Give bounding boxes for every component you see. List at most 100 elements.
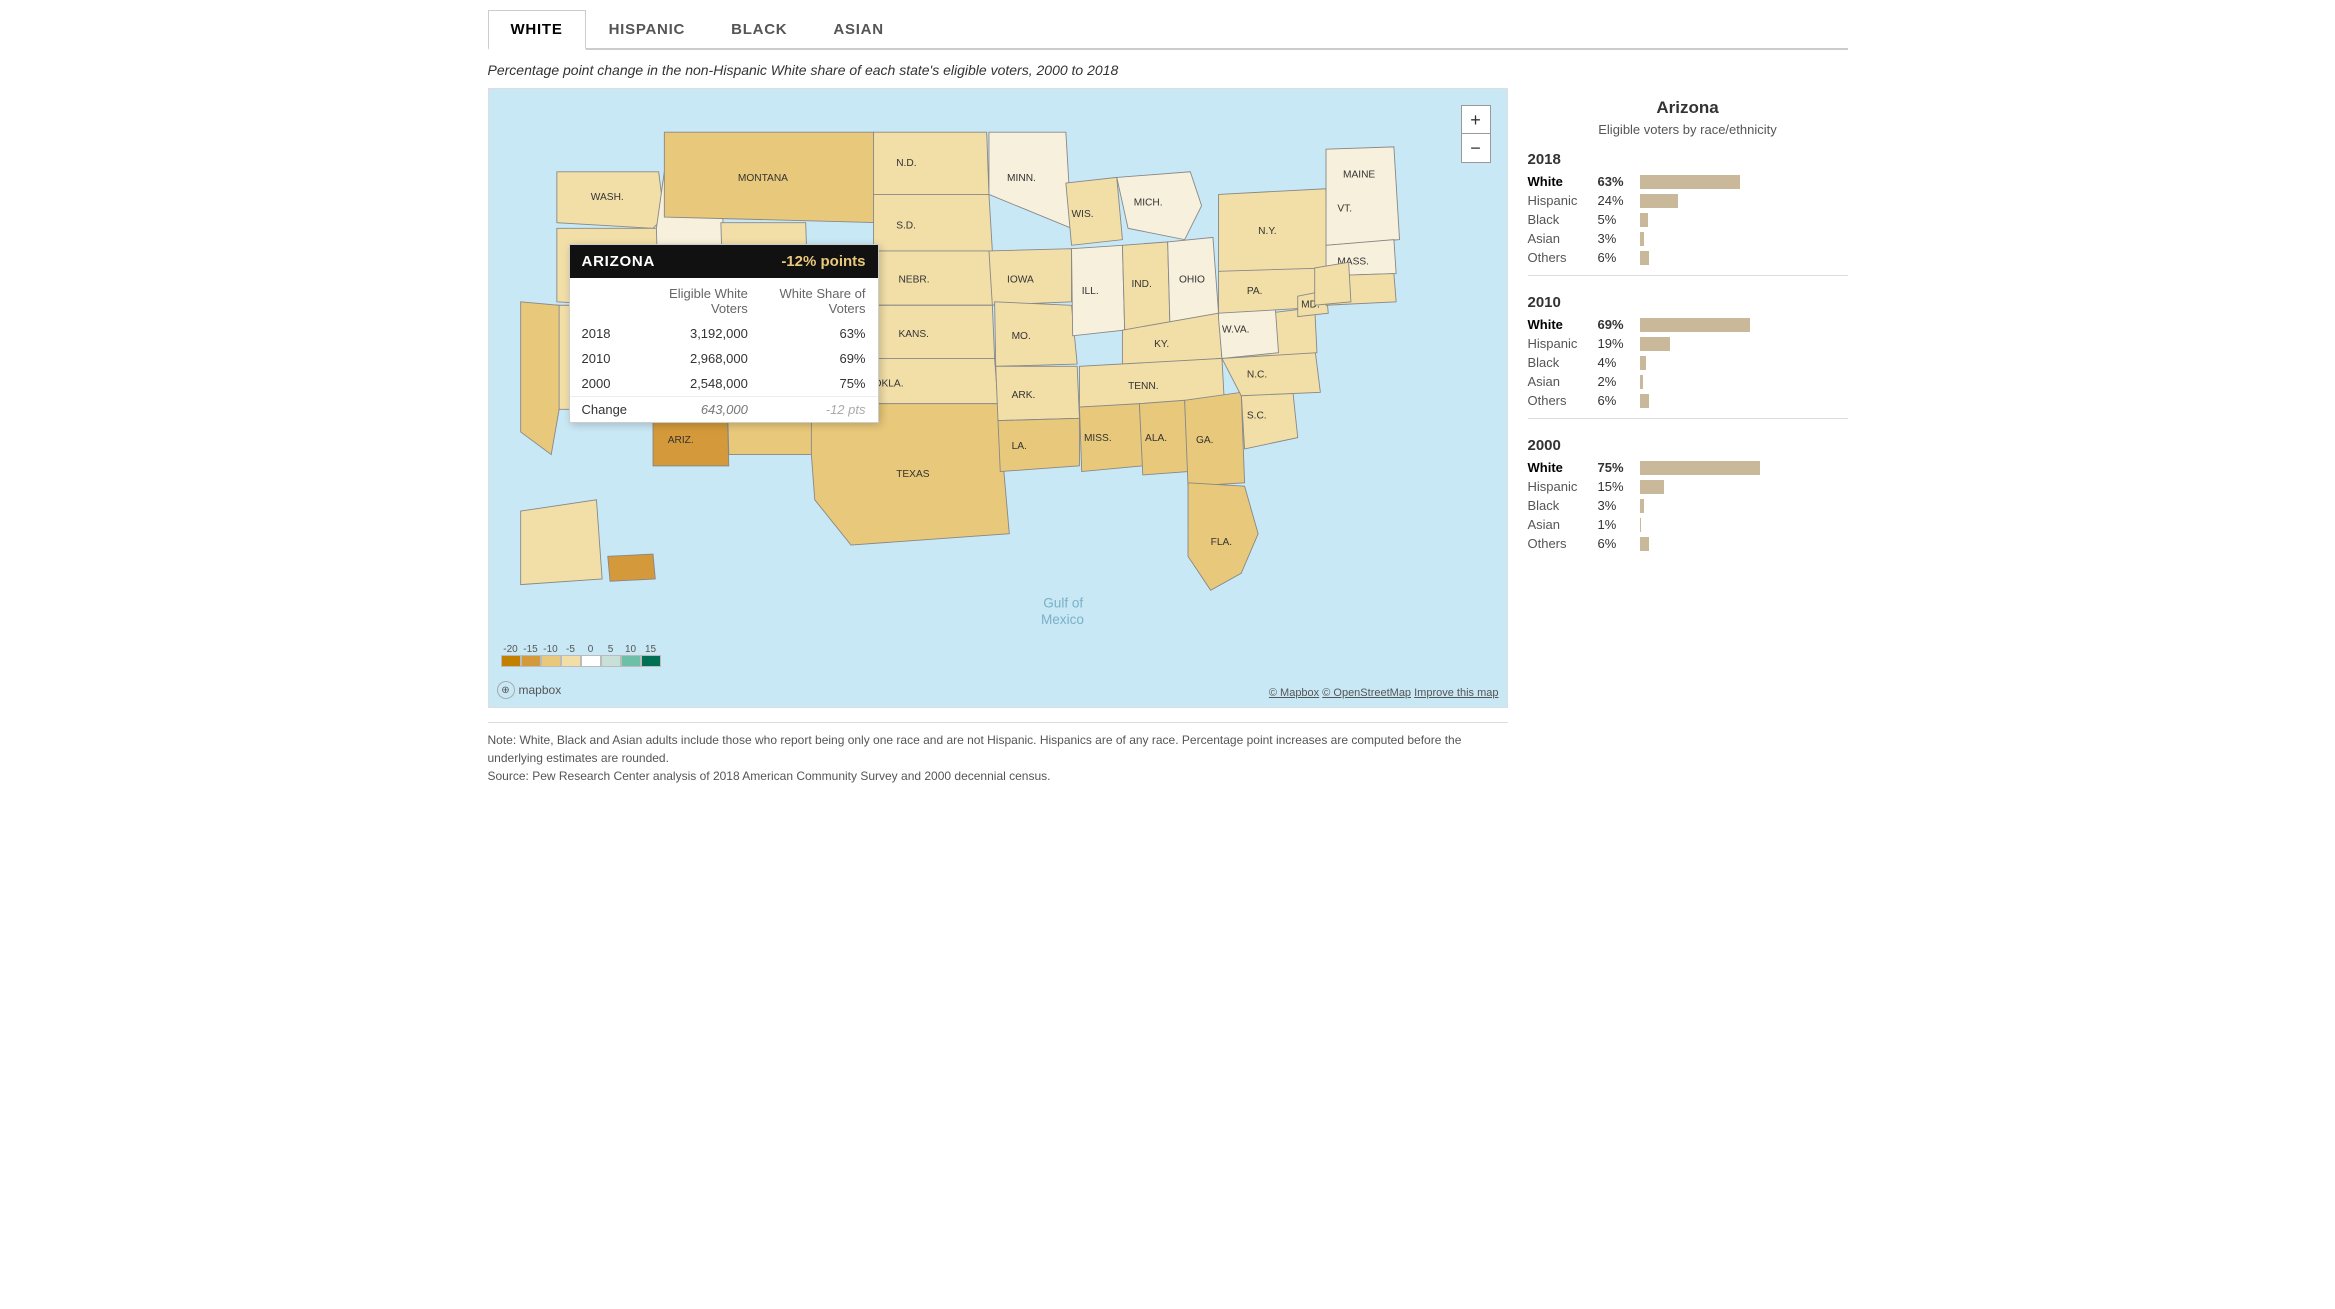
- sidebar: Arizona Eligible voters by race/ethnicit…: [1528, 88, 1848, 785]
- svg-text:WASH.: WASH.: [590, 192, 623, 203]
- svg-text:MINN.: MINN.: [1007, 173, 1036, 184]
- mapbox-link[interactable]: © Mapbox: [1269, 687, 1319, 699]
- svg-text:FLA.: FLA.: [1210, 537, 1231, 548]
- state-hi[interactable]: [607, 554, 655, 581]
- legend: -20-15-10-5051015: [501, 644, 661, 667]
- tab-asian[interactable]: ASIAN: [810, 10, 906, 48]
- sidebar-pct-value: 15%: [1598, 479, 1640, 494]
- sidebar-bar-background: [1640, 213, 1848, 227]
- svg-text:Gulf of: Gulf of: [1043, 595, 1083, 610]
- state-ne[interactable]: [873, 251, 992, 305]
- svg-text:MICH.: MICH.: [1133, 198, 1162, 209]
- sidebar-pct-value: 1%: [1598, 517, 1640, 532]
- sidebar-bar-fill: [1640, 175, 1741, 189]
- note-text: Note: White, Black and Asian adults incl…: [488, 731, 1508, 767]
- svg-text:TEXAS: TEXAS: [896, 469, 930, 480]
- sidebar-bar-fill: [1640, 375, 1643, 389]
- sidebar-pct-value: 24%: [1598, 193, 1640, 208]
- state-ak[interactable]: [520, 500, 601, 585]
- mapbox-logo: ⊕ mapbox: [497, 681, 562, 699]
- sidebar-pct-value: 3%: [1598, 498, 1640, 513]
- sidebar-year-label: 2000: [1528, 437, 1848, 454]
- svg-text:KANS.: KANS.: [898, 329, 929, 340]
- zoom-in-button[interactable]: +: [1462, 106, 1490, 134]
- tab-black[interactable]: BLACK: [708, 10, 810, 48]
- sidebar-bar-background: [1640, 318, 1848, 332]
- tooltip-year: 2000: [570, 371, 640, 397]
- openstreetmap-link[interactable]: © OpenStreetMap: [1322, 687, 1411, 699]
- legend-segment: [561, 655, 581, 667]
- tab-hispanic[interactable]: HISPANIC: [586, 10, 709, 48]
- state-ks[interactable]: [873, 305, 994, 358]
- sidebar-race-label: Others: [1528, 536, 1598, 551]
- svg-text:N.D.: N.D.: [896, 158, 916, 169]
- tooltip-year: 2018: [570, 321, 640, 346]
- svg-text:MO.: MO.: [1011, 331, 1030, 342]
- sidebar-bar-fill: [1640, 480, 1664, 494]
- state-sd[interactable]: [873, 194, 992, 251]
- sidebar-bar-background: [1640, 518, 1848, 532]
- sidebar-pct-value: 75%: [1598, 460, 1640, 475]
- svg-text:S.D.: S.D.: [896, 220, 916, 231]
- svg-text:ARIZ.: ARIZ.: [667, 435, 693, 446]
- map-area: WASH. MONTANA N.D. S.D.: [488, 88, 1508, 785]
- tooltip-change-eligible: 643,000: [639, 397, 760, 423]
- svg-text:W.VA.: W.VA.: [1221, 324, 1249, 335]
- tooltip-share: 69%: [760, 346, 878, 371]
- sidebar-bar-background: [1640, 337, 1848, 351]
- legend-segment: [541, 655, 561, 667]
- sidebar-pct-value: 4%: [1598, 355, 1640, 370]
- tooltip-table: Eligible White Voters White Share of Vot…: [570, 278, 878, 422]
- legend-tick-label: 15: [641, 644, 661, 655]
- map-attribution: © Mapbox © OpenStreetMap Improve this ma…: [1269, 687, 1499, 699]
- sidebar-bar-background: [1640, 194, 1848, 208]
- legend-segment: [521, 655, 541, 667]
- sidebar-bar-background: [1640, 537, 1848, 551]
- svg-text:N.Y.: N.Y.: [1258, 226, 1276, 237]
- svg-text:PA.: PA.: [1246, 286, 1262, 297]
- state-ca[interactable]: [520, 302, 558, 455]
- sidebar-race-label: White: [1528, 317, 1598, 332]
- sidebar-data-row: Hispanic19%: [1528, 336, 1848, 351]
- sidebar-bar-fill: [1640, 394, 1650, 408]
- state-nj[interactable]: [1314, 262, 1350, 305]
- improve-map-link[interactable]: Improve this map: [1414, 687, 1498, 699]
- state-nd[interactable]: [873, 132, 988, 194]
- sidebar-data-row: White63%: [1528, 174, 1848, 189]
- tooltip-eligible: 2,968,000: [639, 346, 760, 371]
- state-ne-region[interactable]: [1326, 147, 1400, 245]
- sidebar-data-row: Black3%: [1528, 498, 1848, 513]
- sidebar-data-row: Asian3%: [1528, 231, 1848, 246]
- legend-segment: [641, 655, 661, 667]
- zoom-controls: + −: [1461, 105, 1491, 163]
- state-ar[interactable]: [995, 366, 1079, 420]
- sidebar-bar-background: [1640, 175, 1848, 189]
- source-text: Source: Pew Research Center analysis of …: [488, 767, 1508, 785]
- tooltip-change-value: -12% points: [781, 253, 865, 270]
- sidebar-data-row: White69%: [1528, 317, 1848, 332]
- svg-text:OHIO: OHIO: [1178, 275, 1204, 286]
- svg-text:IOWA: IOWA: [1007, 275, 1034, 286]
- state-ga[interactable]: [1184, 392, 1244, 486]
- sidebar-divider: [1528, 275, 1848, 276]
- sidebar-data-row: Others6%: [1528, 250, 1848, 265]
- sidebar-bar-background: [1640, 356, 1848, 370]
- sidebar-divider: [1528, 418, 1848, 419]
- sidebar-section-2018: 2018White63%Hispanic24%Black5%Asian3%Oth…: [1528, 151, 1848, 276]
- tab-white[interactable]: WHITE: [488, 10, 586, 50]
- tooltip-change-label: Change: [570, 397, 640, 423]
- map-container[interactable]: WASH. MONTANA N.D. S.D.: [488, 88, 1508, 708]
- zoom-out-button[interactable]: −: [1462, 134, 1490, 162]
- svg-text:MONTANA: MONTANA: [737, 173, 787, 184]
- legend-tick-label: 10: [621, 644, 641, 655]
- sidebar-pct-value: 63%: [1598, 174, 1640, 189]
- state-la[interactable]: [998, 418, 1079, 471]
- legend-segment: [621, 655, 641, 667]
- sidebar-bar-fill: [1640, 337, 1670, 351]
- sidebar-bar-fill: [1640, 499, 1645, 513]
- sidebar-bar-background: [1640, 251, 1848, 265]
- sidebar-bar-fill: [1640, 232, 1645, 246]
- legend-segment: [601, 655, 621, 667]
- state-mo[interactable]: [994, 302, 1077, 366]
- svg-text:LA.: LA.: [1011, 441, 1026, 452]
